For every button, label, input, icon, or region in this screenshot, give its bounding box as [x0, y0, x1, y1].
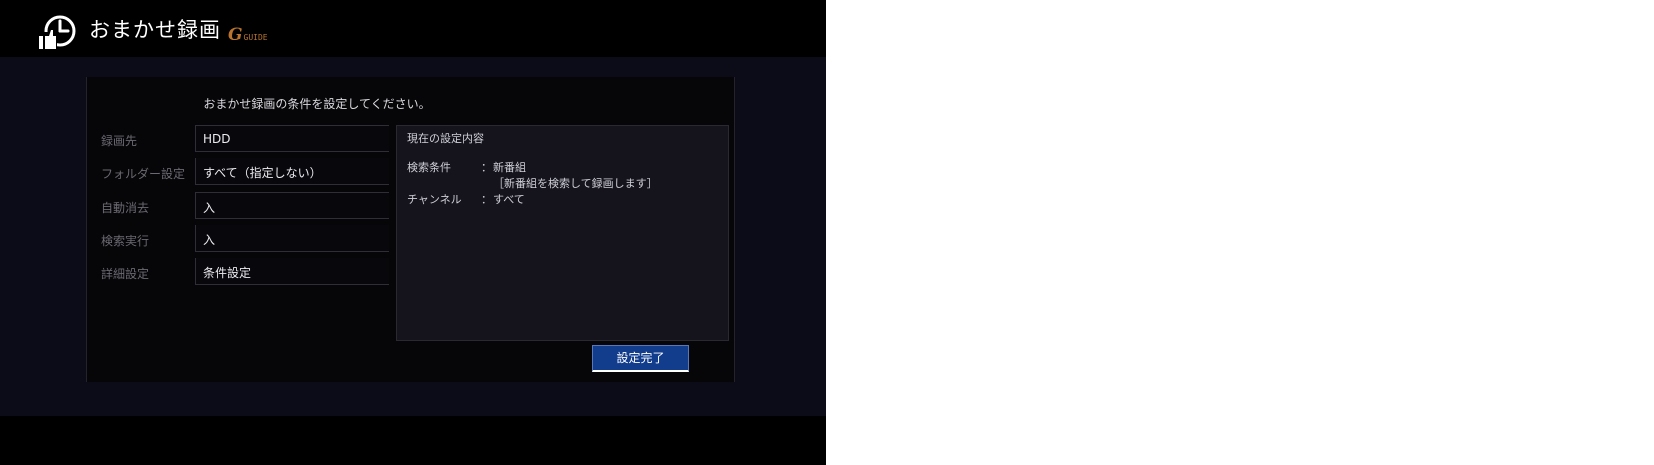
setting-row-destination[interactable]: 録画先 HDD	[87, 125, 389, 153]
current-value: すべて	[493, 193, 525, 206]
setting-label: 詳細設定	[101, 267, 150, 281]
setting-value: 入	[203, 233, 216, 247]
current-settings-box: 現在の設定内容 検索条件 ： 新番組 ［新番組を検索して録画します］ チャンネル…	[396, 125, 729, 341]
gguide-logo-g: G	[228, 25, 243, 45]
setting-value-field[interactable]: すべて（指定しない）	[195, 158, 389, 185]
tv-screen: おまかせ録画 G GUIDE おまかせ録画の条件を設定してください。 録画先 H…	[0, 0, 826, 465]
footer-bar	[0, 416, 826, 465]
setting-label: 自動消去	[101, 201, 150, 215]
gguide-logo: G GUIDE	[228, 24, 268, 44]
thumbs-up-clock-icon	[38, 15, 76, 50]
current-key: チャンネル	[407, 193, 462, 206]
setting-value-field[interactable]: 条件設定	[195, 258, 389, 285]
page-title: おまかせ録画	[89, 18, 221, 42]
setting-value: すべて（指定しない）	[203, 166, 322, 180]
current-key: 検索条件	[407, 161, 451, 174]
setting-value-field[interactable]: 入	[195, 225, 389, 252]
current-sep: ：	[481, 161, 492, 174]
setting-value: 条件設定	[203, 266, 252, 280]
content-area: おまかせ録画の条件を設定してください。 録画先 HDD フォルダー設定 すべて（…	[0, 57, 826, 416]
settings-panel: おまかせ録画の条件を設定してください。 録画先 HDD フォルダー設定 すべて（…	[86, 77, 735, 382]
setting-value-field[interactable]: HDD	[195, 125, 389, 152]
header-bar: おまかせ録画 G GUIDE	[0, 0, 826, 57]
setting-label: フォルダー設定	[101, 167, 186, 181]
current-settings-title: 現在の設定内容	[407, 132, 484, 145]
gguide-logo-text: GUIDE	[243, 33, 268, 42]
setting-row-details[interactable]: 詳細設定 条件設定	[87, 258, 389, 286]
setting-label: 検索実行	[101, 234, 150, 248]
current-sep: ：	[481, 193, 492, 206]
complete-settings-button[interactable]: 設定完了	[592, 345, 689, 372]
setting-value: 入	[203, 201, 216, 215]
instruction-text: おまかせ録画の条件を設定してください。	[203, 97, 431, 111]
setting-row-folder[interactable]: フォルダー設定 すべて（指定しない）	[87, 158, 389, 186]
setting-label: 録画先	[101, 134, 138, 148]
current-value: ［新番組を検索して録画します］	[493, 177, 658, 190]
setting-value-field[interactable]: 入	[195, 192, 389, 219]
current-value: 新番組	[493, 161, 526, 174]
setting-row-auto-delete[interactable]: 自動消去 入	[87, 192, 389, 220]
setting-value: HDD	[203, 132, 231, 146]
setting-row-search-run[interactable]: 検索実行 入	[87, 225, 389, 253]
